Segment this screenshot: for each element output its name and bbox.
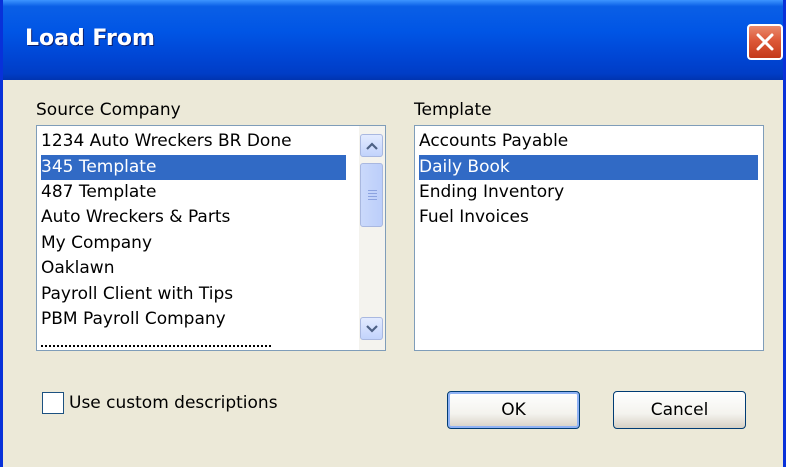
- cancel-button[interactable]: Cancel: [613, 391, 746, 429]
- source-scrollbar[interactable]: [359, 126, 385, 350]
- custom-descriptions-label: Use custom descriptions: [69, 393, 278, 413]
- scroll-down-button[interactable]: [360, 317, 383, 340]
- custom-descriptions-checkbox[interactable]: [42, 392, 64, 414]
- template-label: Template: [414, 100, 492, 120]
- chevron-up-icon: [366, 142, 378, 150]
- title-bar[interactable]: Load From: [3, 0, 783, 80]
- list-item[interactable]: Accounts Payable: [419, 129, 758, 154]
- close-icon: [756, 33, 774, 51]
- list-item[interactable]: Ending Inventory: [419, 180, 758, 205]
- load-from-dialog: Load From Source Company 1234 Auto Wreck…: [0, 0, 786, 467]
- list-item[interactable]: 1234 Auto Wreckers BR Done: [41, 129, 341, 154]
- window-title: Load From: [25, 26, 155, 51]
- dialog-client-area: Source Company 1234 Auto Wreckers BR Don…: [3, 80, 783, 467]
- list-item[interactable]: My Company: [41, 231, 341, 256]
- list-item[interactable]: Payroll Client with Tips: [41, 282, 341, 307]
- list-item[interactable]: Oaklawn: [41, 256, 341, 281]
- scroll-up-button[interactable]: [360, 134, 383, 157]
- list-item[interactable]: Daily Book: [419, 155, 758, 180]
- list-item-partial: [41, 333, 341, 347]
- source-company-listbox[interactable]: 1234 Auto Wreckers BR Done 345 Template …: [36, 125, 386, 351]
- chevron-down-icon: [366, 325, 378, 333]
- source-company-label: Source Company: [36, 100, 181, 120]
- close-button[interactable]: [747, 24, 783, 60]
- scroll-thumb[interactable]: [360, 163, 383, 227]
- list-item[interactable]: 345 Template: [41, 155, 346, 180]
- list-item[interactable]: Auto Wreckers & Parts: [41, 205, 341, 230]
- ok-button[interactable]: OK: [447, 391, 580, 429]
- template-listbox[interactable]: Accounts Payable Daily Book Ending Inven…: [414, 125, 764, 351]
- list-item[interactable]: 487 Template: [41, 180, 341, 205]
- list-item[interactable]: PBM Payroll Company: [41, 307, 341, 332]
- list-item[interactable]: Fuel Invoices: [419, 205, 758, 230]
